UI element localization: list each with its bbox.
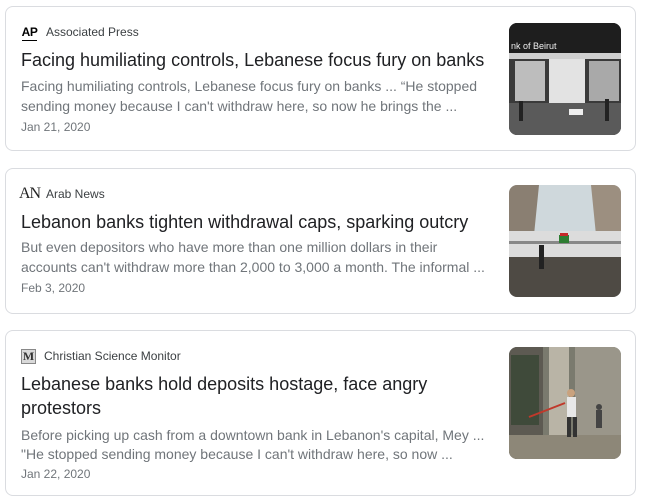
article-title-line[interactable]: Lebanese banks hold deposits hostage, fa… [21,372,491,396]
associated-press-logo-icon: AP [21,25,38,41]
article-snippet-line: Facing humiliating controls, Lebanese fo… [21,78,478,94]
source-name: Arab News [46,187,105,201]
news-source: AN Arab News [18,185,105,202]
article-title-line[interactable]: protestors [21,396,491,420]
article-date: Jan 22, 2020 [21,467,91,481]
article-thumbnail[interactable] [509,185,621,297]
news-card[interactable]: AP Associated Press Facing humiliating c… [5,6,636,151]
article-snippet-line: sending money because I can't withdraw h… [21,98,458,114]
article-thumbnail[interactable]: nk of Beirut [509,23,621,135]
arab-news-logo-icon: AN [18,185,41,202]
article-snippet-line: "He stopped sending money because I can'… [21,446,453,462]
christian-science-monitor-logo-icon: M [21,348,36,364]
article-title[interactable]: Lebanon banks tighten withdrawal caps, s… [21,210,491,234]
article-snippet-line: Before picking up cash from a downtown b… [21,427,485,443]
source-name: Christian Science Monitor [44,349,181,363]
article-snippet-line: But even depositors who have more than o… [21,239,438,255]
news-source: AP Associated Press [21,24,139,41]
article-snippet-line: accounts can't withdraw more than 2,000 … [21,259,485,275]
article-date: Jan 21, 2020 [21,120,91,134]
article-thumbnail[interactable] [509,347,621,459]
news-source: M Christian Science Monitor [21,348,181,364]
news-card[interactable]: M Christian Science Monitor Lebanese ban… [5,330,636,496]
source-name: Associated Press [46,25,139,39]
article-title[interactable]: Facing humiliating controls, Lebanese fo… [21,48,491,72]
svg-text:nk of Beirut: nk of Beirut [511,41,557,51]
news-card[interactable]: AN Arab News Lebanon banks tighten withd… [5,168,636,314]
article-date: Feb 3, 2020 [21,281,86,295]
